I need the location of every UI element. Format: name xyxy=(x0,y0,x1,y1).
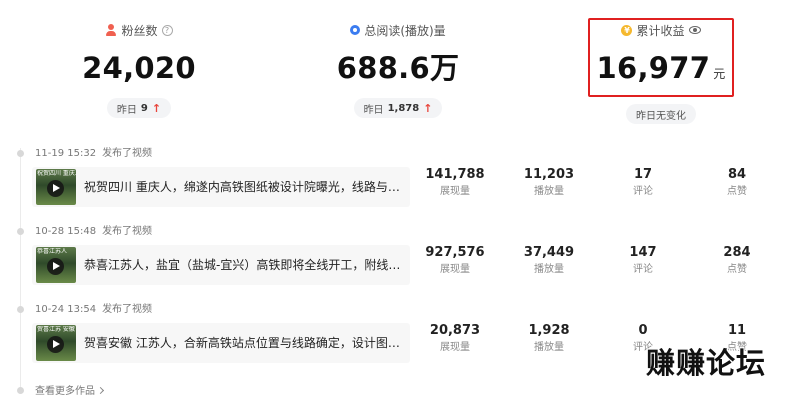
metric-value: 141,788 xyxy=(425,167,485,182)
post-title[interactable]: 恭喜江苏人，盐宜（盐城-宜兴）高铁即将全线开工，附线路走... xyxy=(84,245,402,285)
timeline-dot xyxy=(17,387,24,394)
metric-label: 点赞 xyxy=(727,186,747,197)
metric-label: 评论 xyxy=(633,186,653,197)
metric-value: 11,203 xyxy=(523,167,575,182)
metric-value: 20,873 xyxy=(429,323,481,338)
metric-label: 播放量 xyxy=(534,186,564,197)
impressions-metric: 141,788 展现量 xyxy=(420,167,490,198)
followers-stat: 粉丝数 ? 24,020 昨日 9 ↑ xyxy=(39,20,239,118)
metric-value: 17 xyxy=(633,167,653,182)
reads-yesterday-badge: 昨日 1,878 ↑ xyxy=(353,98,443,118)
post-title[interactable]: 贺喜安徽 江苏人，合新高铁站点位置与线路确定，设计图纸被... xyxy=(84,323,402,363)
post-action: 发布了视频 xyxy=(102,148,153,159)
post-card[interactable]: 贺喜江苏 安徽 贺喜安徽 江苏人，合新高铁站点位置与线路确定，设计图纸被... xyxy=(32,323,410,363)
person-icon xyxy=(105,23,117,37)
earnings-yesterday-badge: 昨日无变化 xyxy=(626,104,696,124)
help-icon[interactable]: ? xyxy=(161,24,173,36)
metric-label: 点赞 xyxy=(727,264,747,275)
forum-watermark: 赚赚论坛 xyxy=(646,346,767,380)
thumbnail-caption: 祝贺四川 重庆人 xyxy=(37,170,76,177)
reads-stat: 总阅读(播放)量 688.6万 昨日 1,878 ↑ xyxy=(298,20,498,118)
yesterday-label: 昨日 xyxy=(363,104,384,116)
trend-up-icon: ↑ xyxy=(151,101,162,115)
post-card[interactable]: 祝贺四川 重庆人 祝贺四川 重庆人，绵遂内高铁图纸被设计院曝光，线路与站点... xyxy=(32,167,410,207)
followers-label: 粉丝数 xyxy=(121,23,158,38)
drop-icon xyxy=(350,25,361,35)
likes-metric: 84 点赞 xyxy=(702,167,772,198)
post-item: 10-28 15:48 发布了视频 恭喜江苏人 恭喜江苏人，盐宜（盐城-宜兴）高铁… xyxy=(0,225,800,305)
metric-label: 展现量 xyxy=(440,264,470,275)
metric-label: 评论 xyxy=(633,264,653,275)
metric-label: 播放量 xyxy=(534,342,564,353)
metric-value: 37,449 xyxy=(523,245,575,260)
post-date: 10-24 13:54 xyxy=(35,304,97,315)
play-icon[interactable] xyxy=(47,180,64,197)
metric-value: 147 xyxy=(629,245,657,260)
impressions-metric: 927,576 展现量 xyxy=(420,245,490,276)
metric-label: 展现量 xyxy=(440,186,470,197)
earnings-highlight-box xyxy=(588,18,734,97)
comments-metric: 147 评论 xyxy=(608,245,678,276)
video-thumbnail[interactable]: 祝贺四川 重庆人 xyxy=(36,169,76,205)
post-date: 10-28 15:48 xyxy=(35,226,97,237)
post-date: 11-19 15:32 xyxy=(35,148,97,159)
video-thumbnail[interactable]: 恭喜江苏人 xyxy=(36,247,76,283)
thumbnail-caption: 恭喜江苏人 xyxy=(37,248,68,255)
yesterday-label: 昨日 xyxy=(116,104,137,116)
post-meta: 10-28 15:48 发布了视频 xyxy=(35,225,152,239)
post-meta: 10-24 13:54 发布了视频 xyxy=(35,303,152,317)
video-thumbnail[interactable]: 贺喜江苏 安徽 xyxy=(36,325,76,361)
trend-up-icon: ↑ xyxy=(423,101,433,115)
reads-label-row: 总阅读(播放)量 xyxy=(298,20,498,40)
metric-value: 284 xyxy=(723,245,751,260)
plays-metric: 1,928 播放量 xyxy=(514,323,584,354)
followers-yesterday-value: 9 xyxy=(140,102,148,114)
post-item: 11-19 15:32 发布了视频 祝贺四川 重庆人 祝贺四川 重庆人，绵遂内高铁… xyxy=(0,147,800,227)
metric-value: 84 xyxy=(727,167,747,182)
reads-yesterday-value: 1,878 xyxy=(387,102,420,114)
thumbnail-caption: 贺喜江苏 安徽 xyxy=(37,326,75,333)
metric-value: 927,576 xyxy=(425,245,485,260)
plays-metric: 37,449 播放量 xyxy=(514,245,584,276)
reads-label: 总阅读(播放)量 xyxy=(364,23,446,38)
metric-value: 11 xyxy=(727,323,747,338)
see-more-link[interactable]: 查看更多作品 xyxy=(35,385,105,399)
comments-metric: 17 评论 xyxy=(608,167,678,198)
metric-value: 1,928 xyxy=(528,323,570,338)
followers-label-row: 粉丝数 ? xyxy=(39,20,239,40)
post-action: 发布了视频 xyxy=(102,226,153,237)
post-title[interactable]: 祝贺四川 重庆人，绵遂内高铁图纸被设计院曝光，线路与站点... xyxy=(84,167,402,207)
play-icon[interactable] xyxy=(47,258,64,275)
likes-metric: 284 点赞 xyxy=(702,245,772,276)
reads-value: 688.6万 xyxy=(336,51,460,85)
post-meta: 11-19 15:32 发布了视频 xyxy=(35,147,152,161)
metric-label: 展现量 xyxy=(440,342,470,353)
metric-value: 0 xyxy=(638,323,648,338)
see-more-label: 查看更多作品 xyxy=(35,386,95,397)
earnings-yesterday-text: 昨日无变化 xyxy=(636,110,686,122)
impressions-metric: 20,873 展现量 xyxy=(420,323,490,354)
metric-label: 播放量 xyxy=(534,264,564,275)
post-card[interactable]: 恭喜江苏人 恭喜江苏人，盐宜（盐城-宜兴）高铁即将全线开工，附线路走... xyxy=(32,245,410,285)
chevron-right-icon xyxy=(96,386,105,395)
followers-yesterday-badge: 昨日 9 ↑ xyxy=(106,98,172,118)
post-action: 发布了视频 xyxy=(102,304,153,315)
play-icon[interactable] xyxy=(47,336,64,353)
plays-metric: 11,203 播放量 xyxy=(514,167,584,198)
followers-value: 24,020 xyxy=(82,51,196,85)
